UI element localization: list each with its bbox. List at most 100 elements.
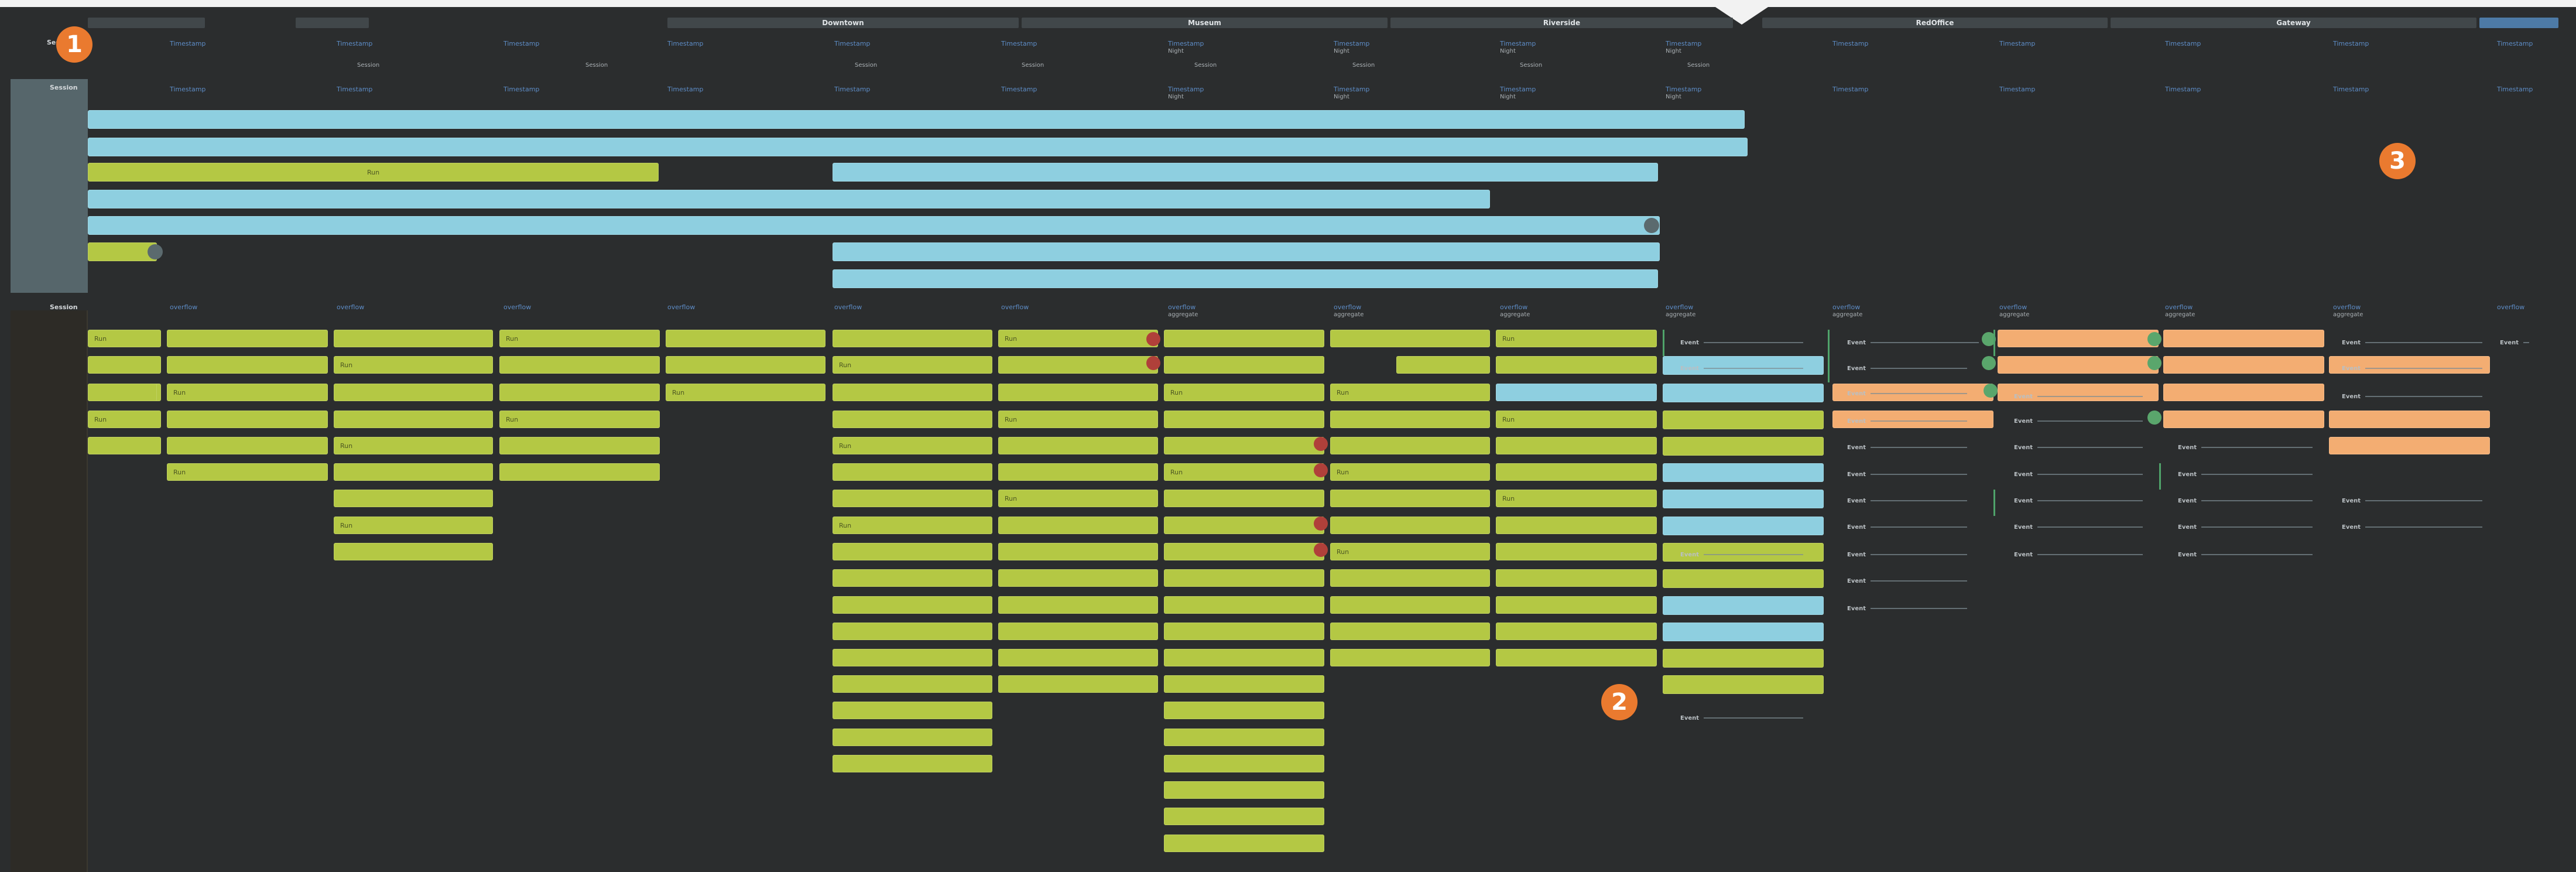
grid-cell[interactable] (1164, 437, 1324, 454)
grid-cell[interactable] (1663, 384, 1824, 402)
grid-cell[interactable]: Run (998, 411, 1158, 428)
grid-cell[interactable] (833, 411, 992, 428)
grid-cell[interactable] (1164, 330, 1324, 347)
tab-header[interactable]: Gateway (2111, 18, 2476, 28)
bar-end-handle[interactable] (1644, 218, 1659, 233)
grid-cell[interactable] (334, 330, 493, 347)
grid-cell[interactable] (1330, 623, 1490, 640)
grid-cell[interactable]: Run (499, 411, 660, 428)
grid-cell[interactable] (499, 463, 660, 481)
grid-cell-highlight[interactable] (2329, 411, 2490, 428)
grid-cell[interactable] (1164, 835, 1324, 852)
grid-cell[interactable] (1164, 356, 1324, 374)
grid-cell[interactable] (833, 543, 992, 560)
grid-cell[interactable] (167, 437, 328, 454)
grid-cell[interactable] (1164, 543, 1324, 560)
grid-cell[interactable] (334, 543, 493, 560)
grid-cell-highlight[interactable] (2163, 411, 2324, 428)
grid-cell[interactable] (1663, 596, 1824, 615)
grid-cell[interactable] (998, 543, 1158, 560)
grid-cell[interactable] (167, 411, 328, 428)
grid-cell[interactable]: Run (998, 490, 1158, 507)
grid-cell[interactable] (334, 463, 493, 481)
grid-cell[interactable]: Run (334, 356, 493, 374)
grid-cell[interactable]: Run (1330, 543, 1490, 560)
grid-cell[interactable] (88, 437, 161, 454)
grid-cell-highlight[interactable] (2163, 356, 2324, 374)
grid-cell[interactable] (1663, 675, 1824, 694)
timeline-bar[interactable] (833, 269, 1658, 288)
timeline-bar[interactable] (88, 110, 1745, 129)
grid-cell[interactable] (1496, 517, 1657, 534)
grid-cell[interactable] (1663, 569, 1824, 588)
grid-cell[interactable] (833, 490, 992, 507)
grid-cell[interactable]: Run (334, 437, 493, 454)
grid-cell[interactable] (1496, 437, 1657, 454)
grid-cell[interactable] (1330, 649, 1490, 666)
grid-cell[interactable] (833, 755, 992, 772)
grid-cell[interactable] (998, 437, 1158, 454)
grid-cell[interactable]: Run (666, 384, 825, 401)
grid-cell[interactable] (1164, 729, 1324, 746)
grid-cell[interactable] (833, 569, 992, 587)
grid-cell[interactable] (998, 649, 1158, 666)
grid-cell[interactable] (998, 596, 1158, 614)
grid-cell[interactable] (1496, 463, 1657, 481)
timeline-bar[interactable] (88, 216, 1660, 235)
grid-cell[interactable] (998, 675, 1158, 693)
grid-cell[interactable] (833, 623, 992, 640)
grid-cell[interactable]: Run (1496, 330, 1657, 347)
grid-cell[interactable]: Run (833, 356, 992, 374)
grid-cell[interactable] (1330, 569, 1490, 587)
grid-cell[interactable]: Run (334, 517, 493, 534)
grid-cell[interactable]: Run (1330, 463, 1490, 481)
grid-cell[interactable] (998, 356, 1158, 374)
grid-cell[interactable]: Run (167, 384, 328, 401)
grid-cell[interactable] (1164, 490, 1324, 507)
grid-cell[interactable] (1396, 356, 1490, 374)
grid-cell[interactable] (833, 596, 992, 614)
grid-cell[interactable] (833, 384, 992, 401)
tab-header[interactable] (2479, 18, 2558, 28)
grid-cell[interactable] (499, 384, 660, 401)
timeline-bar[interactable] (88, 138, 1748, 156)
timeline-bar[interactable] (88, 190, 1490, 208)
grid-cell[interactable] (334, 411, 493, 428)
grid-cell[interactable] (1330, 596, 1490, 614)
grid-cell[interactable] (1496, 356, 1657, 374)
grid-cell[interactable] (1663, 649, 1824, 668)
tab-header[interactable]: Museum (1022, 18, 1388, 28)
grid-cell[interactable] (1663, 411, 1824, 429)
grid-cell[interactable] (1330, 330, 1490, 347)
grid-cell[interactable] (167, 330, 328, 347)
grid-cell[interactable] (1164, 649, 1324, 666)
grid-cell[interactable] (833, 649, 992, 666)
grid-cell[interactable] (1164, 781, 1324, 799)
grid-cell[interactable] (1496, 649, 1657, 666)
grid-cell[interactable] (1330, 437, 1490, 454)
grid-cell[interactable] (1496, 384, 1657, 401)
grid-cell[interactable] (1663, 463, 1824, 482)
grid-cell[interactable] (1164, 675, 1324, 693)
grid-cell[interactable] (1164, 411, 1324, 428)
tab-header[interactable]: RedOffice (1762, 18, 2108, 28)
grid-cell[interactable] (1663, 517, 1824, 535)
grid-cell[interactable]: Run (88, 411, 161, 428)
grid-cell[interactable]: Run (1164, 384, 1324, 401)
grid-cell[interactable] (833, 675, 992, 693)
grid-cell[interactable] (1164, 596, 1324, 614)
grid-cell[interactable] (167, 356, 328, 374)
grid-cell[interactable] (833, 729, 992, 746)
grid-cell[interactable] (998, 569, 1158, 587)
grid-cell[interactable] (666, 330, 825, 347)
grid-cell[interactable]: Run (833, 517, 992, 534)
grid-cell[interactable] (1164, 755, 1324, 772)
grid-cell[interactable] (1663, 623, 1824, 641)
grid-cell[interactable]: Run (1164, 463, 1324, 481)
grid-cell[interactable] (1496, 596, 1657, 614)
grid-cell-highlight[interactable] (1998, 356, 2159, 374)
grid-cell-highlight[interactable] (2163, 384, 2324, 401)
grid-cell[interactable] (1663, 490, 1824, 508)
grid-cell[interactable]: Run (499, 330, 660, 347)
timeline-bar[interactable]: Run (88, 163, 659, 182)
